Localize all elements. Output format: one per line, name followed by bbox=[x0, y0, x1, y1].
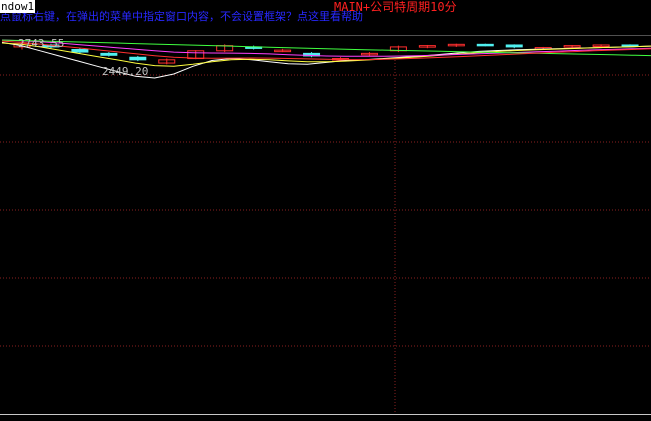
help-hint-link[interactable]: 点鼠标右键，在弹出的菜单中指定窗口内容，不会设置框架？点这里看帮助 bbox=[0, 10, 363, 24]
candle-body bbox=[129, 56, 147, 61]
price-low-label: 2449.20 bbox=[102, 65, 149, 78]
chart-border bbox=[0, 35, 651, 415]
ma-line-white bbox=[1, 41, 651, 79]
candle-body bbox=[71, 48, 89, 53]
price-high-label: 2743.55 bbox=[18, 37, 65, 50]
candle-body bbox=[476, 43, 494, 47]
price-chart[interactable] bbox=[0, 0, 651, 421]
moving-average-lines bbox=[1, 39, 651, 79]
period-title: MAIN+公司特周期10分 bbox=[334, 0, 457, 14]
ma-line-green bbox=[1, 39, 651, 57]
grid bbox=[0, 60, 651, 414]
chart-window[interactable]: ndow1 MAIN+公司特周期10分 点鼠标右键，在弹出的菜单中指定窗口内容，… bbox=[0, 0, 651, 421]
candle-body bbox=[100, 52, 118, 56]
candle-body bbox=[505, 44, 523, 48]
window-label: ndow1 bbox=[0, 0, 36, 13]
